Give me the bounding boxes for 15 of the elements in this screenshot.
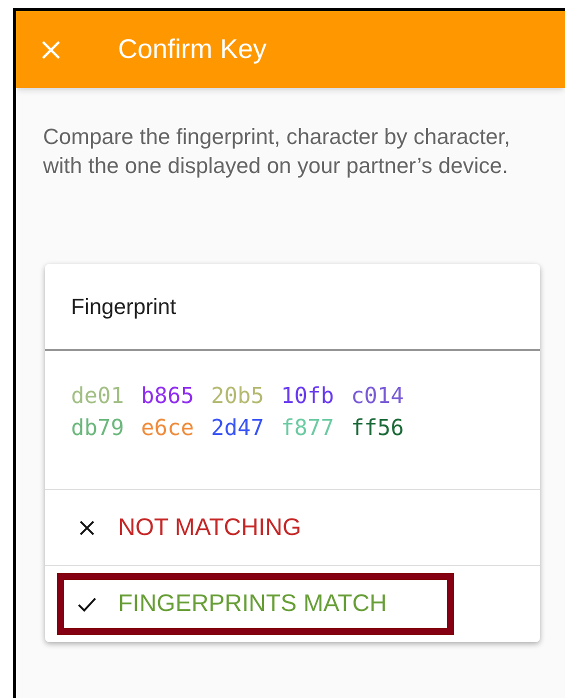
- card-title: Fingerprint: [71, 293, 176, 321]
- fingerprint-group: 10fb: [280, 381, 334, 413]
- description: Compare the fingerprint, character by character, with the one displayed on your partner’s device.: [43, 123, 512, 180]
- option-button[interactable]: FINGERPRINTS MATCH: [57, 573, 454, 635]
- fingerprint-group: b865: [140, 381, 194, 413]
- fingerprint-group: f877: [280, 413, 334, 445]
- fingerprint-group: 20b5: [210, 381, 264, 413]
- fingerprint-group: c014: [350, 381, 404, 413]
- fingerprint-group: ff56: [350, 413, 404, 445]
- fingerprint-group: de01: [71, 381, 124, 413]
- option-button[interactable]: NOT MATCHING: [57, 496, 368, 558]
- app-bar-title: Confirm Key: [118, 33, 267, 66]
- fingerprint-group: 2d47: [210, 413, 264, 445]
- fingerprint-group: e6ce: [140, 413, 194, 445]
- fingerprint-group: db79: [71, 413, 124, 445]
